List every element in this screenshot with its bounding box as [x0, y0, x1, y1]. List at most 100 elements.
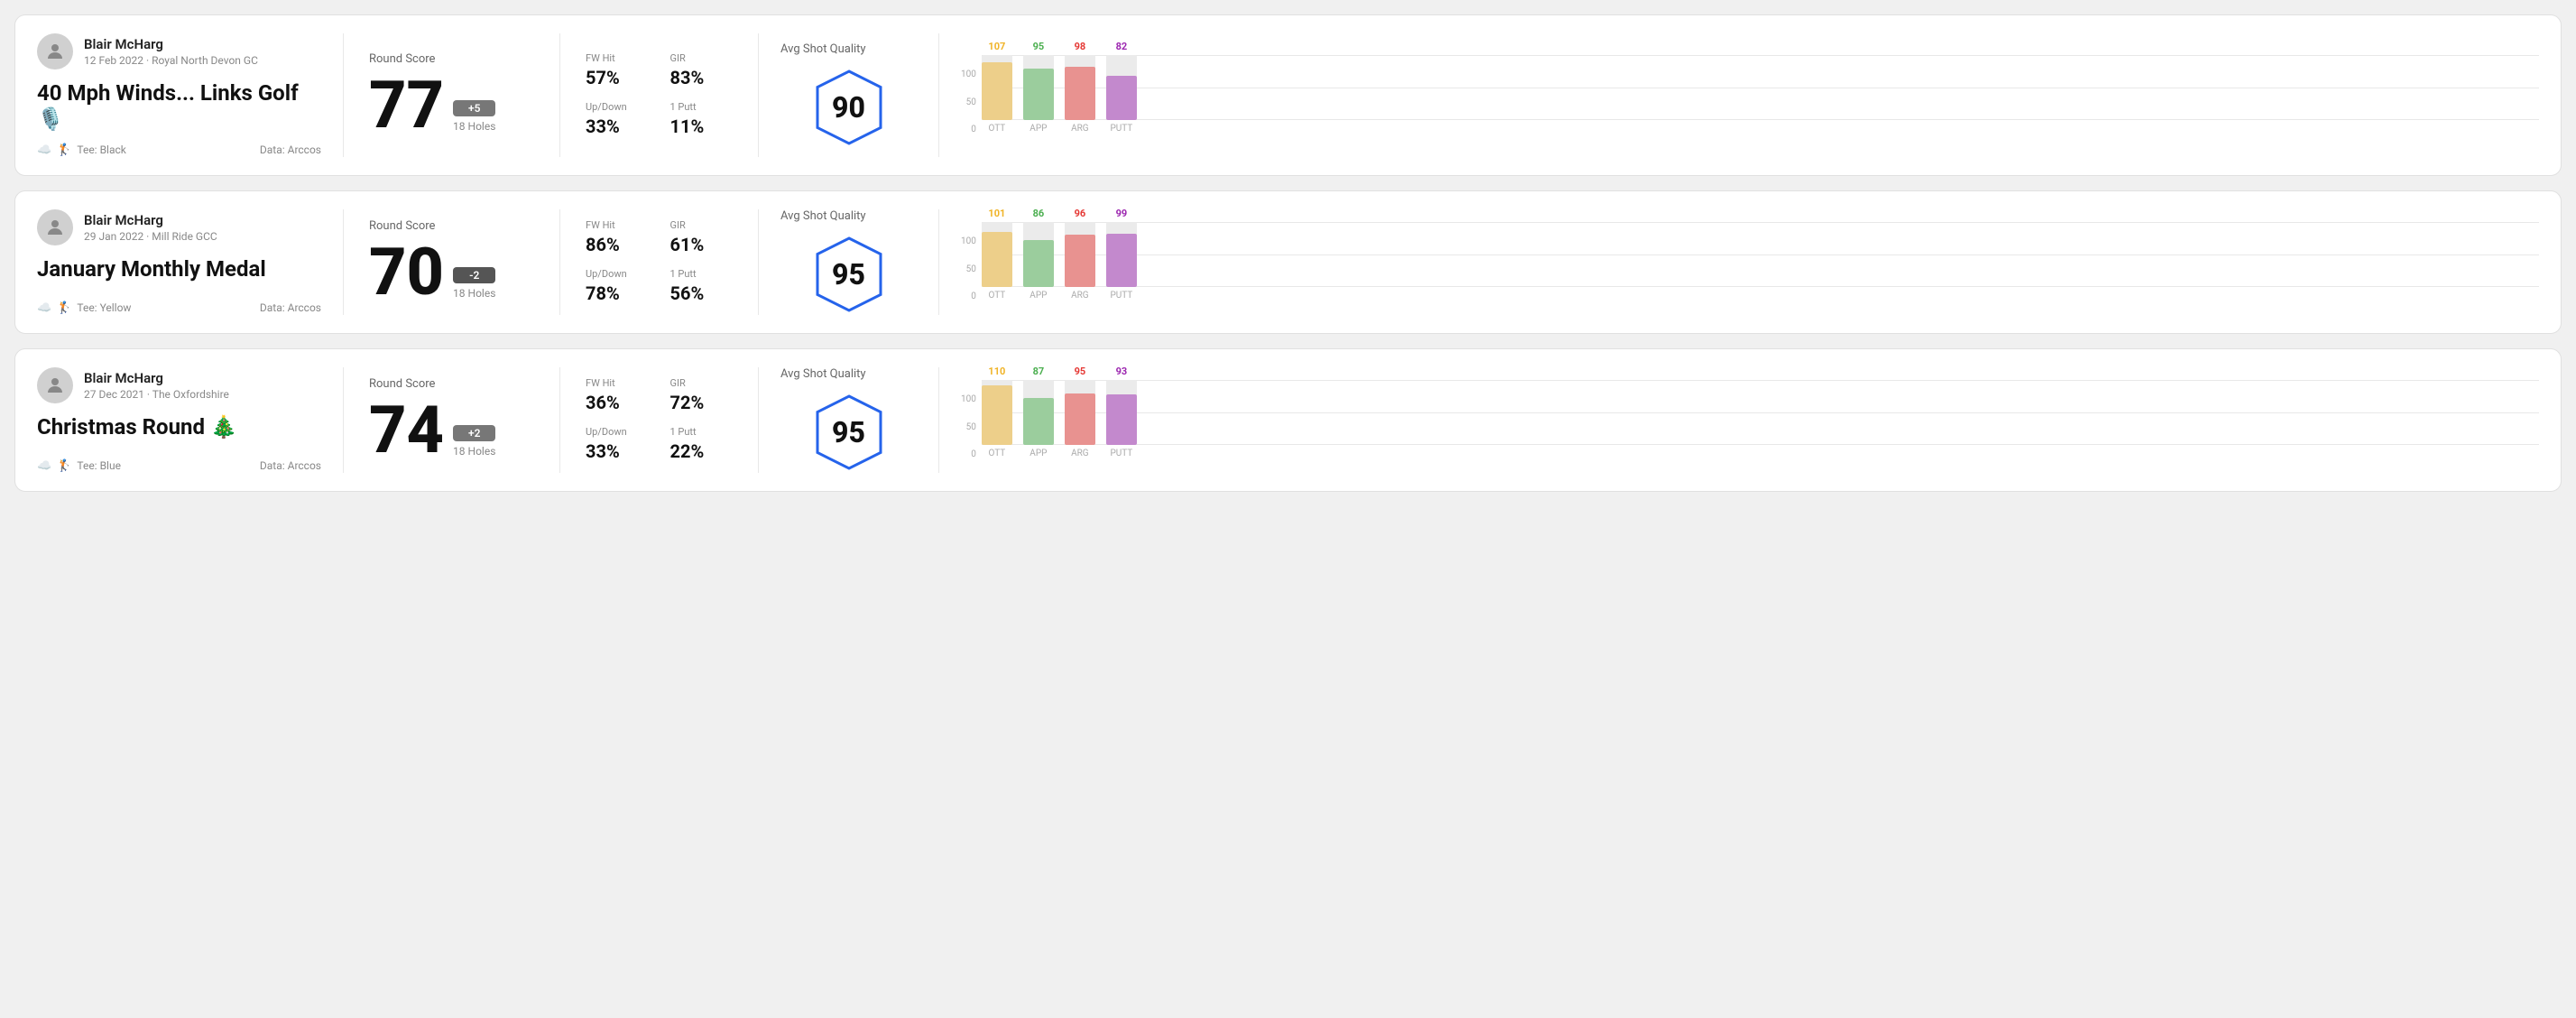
- bar-inner: [982, 62, 1012, 120]
- user-name: Blair McHarg: [84, 212, 217, 228]
- stats-section: FW Hit 86% GIR 61% Up/Down 78% 1 Putt 56…: [560, 209, 759, 315]
- bar-inner: [1023, 398, 1054, 445]
- quality-label: Avg Shot Quality: [780, 209, 866, 223]
- round-card: Blair McHarg 27 Dec 2021 · The Oxfordshi…: [14, 348, 2562, 492]
- holes-label: 18 Holes: [453, 287, 495, 300]
- bar-value-arg: 98: [1075, 41, 1086, 52]
- fw-hit-stat: FW Hit 57%: [586, 52, 649, 88]
- updown-value: 33%: [586, 440, 649, 462]
- hexagon-container: 95: [808, 392, 890, 473]
- quality-section: Avg Shot Quality 90: [759, 33, 939, 157]
- bar-value-app: 87: [1033, 366, 1045, 377]
- score-number: 74: [369, 398, 444, 463]
- gir-stat: GIR 61%: [670, 219, 734, 255]
- oneputt-stat: 1 Putt 11%: [670, 101, 734, 137]
- stats-grid: FW Hit 57% GIR 83% Up/Down 33% 1 Putt 11…: [586, 52, 733, 137]
- tee-info: ☁️ 🏌️ Tee: Blue: [37, 459, 121, 473]
- bar-inner: [982, 232, 1012, 287]
- bar-chart: 100 50 0 101 OT: [961, 222, 2539, 301]
- round-card: Blair McHarg 29 Jan 2022 · Mill Ride GCC…: [14, 190, 2562, 334]
- bar-outer: [1065, 55, 1095, 120]
- hexagon-container: 90: [808, 67, 890, 148]
- bar-value-ott: 110: [988, 366, 1005, 377]
- weather-icon: ☁️: [37, 143, 51, 157]
- bar-x-label: APP: [1029, 291, 1047, 301]
- chart-section: 100 50 0 110 OT: [939, 367, 2539, 473]
- bar-value-arg: 96: [1075, 208, 1086, 219]
- fw-hit-stat: FW Hit 86%: [586, 219, 649, 255]
- bar-group-arg: 96 ARG: [1065, 222, 1095, 301]
- user-info: Blair McHarg 12 Feb 2022 · Royal North D…: [37, 33, 321, 69]
- hexagon-container: 95: [808, 234, 890, 315]
- fw-hit-stat: FW Hit 36%: [586, 377, 649, 413]
- bar-group-ott: 101 OTT: [982, 222, 1012, 301]
- fw-hit-label: FW Hit: [586, 219, 649, 231]
- bar-inner: [1106, 394, 1137, 445]
- bag-icon: 🏌️: [57, 459, 71, 473]
- bar-x-label: ARG: [1071, 449, 1089, 458]
- gir-stat: GIR 83%: [670, 52, 734, 88]
- score-section: Round Score 70 -2 18 Holes: [344, 209, 560, 315]
- bar-outer: [1023, 380, 1054, 445]
- bag-icon: 🏌️: [57, 143, 71, 157]
- chart-grid: [982, 380, 2539, 445]
- avatar: [37, 367, 73, 403]
- bar-group-putt: 82 PUTT: [1106, 55, 1137, 134]
- bar-outer: [1065, 380, 1095, 445]
- tee-label: Tee: Black: [77, 143, 125, 156]
- bar-group-ott: 110 OTT: [982, 380, 1012, 458]
- bar-group-arg: 98 ARG: [1065, 55, 1095, 134]
- bar-group-app: 87 APP: [1023, 380, 1054, 458]
- fw-hit-value: 36%: [586, 392, 649, 413]
- quality-section: Avg Shot Quality 95: [759, 367, 939, 473]
- user-name: Blair McHarg: [84, 36, 258, 52]
- bar-inner: [1065, 393, 1095, 445]
- quality-label: Avg Shot Quality: [780, 42, 866, 56]
- bar-value-app: 95: [1033, 41, 1045, 52]
- bar-value-ott: 101: [988, 208, 1005, 219]
- bar-x-label: ARG: [1071, 291, 1089, 301]
- stats-grid: FW Hit 86% GIR 61% Up/Down 78% 1 Putt 56…: [586, 219, 733, 304]
- bar-inner: [1106, 234, 1137, 287]
- oneputt-label: 1 Putt: [670, 101, 734, 113]
- chart-section: 100 50 0 101 OT: [939, 209, 2539, 315]
- updown-value: 33%: [586, 116, 649, 137]
- bar-outer: [982, 55, 1012, 120]
- bar-outer: [1106, 222, 1137, 287]
- bar-value-ott: 107: [988, 41, 1005, 52]
- updown-label: Up/Down: [586, 101, 649, 113]
- user-info: Blair McHarg 27 Dec 2021 · The Oxfordshi…: [37, 367, 321, 403]
- bag-icon: 🏌️: [57, 301, 71, 315]
- user-name: Blair McHarg: [84, 370, 229, 386]
- bar-value-putt: 93: [1116, 366, 1128, 377]
- bar-chart: 100 50 0 110 OT: [961, 380, 2539, 459]
- fw-hit-value: 86%: [586, 234, 649, 255]
- quality-section: Avg Shot Quality 95: [759, 209, 939, 315]
- bar-outer: [1106, 55, 1137, 120]
- gir-label: GIR: [670, 377, 734, 389]
- bar-x-label: PUTT: [1110, 449, 1132, 458]
- quality-label: Avg Shot Quality: [780, 367, 866, 381]
- tee-label: Tee: Blue: [77, 459, 121, 472]
- gir-value: 72%: [670, 392, 734, 413]
- bar-value-putt: 99: [1116, 208, 1128, 219]
- oneputt-label: 1 Putt: [670, 426, 734, 438]
- round-card: Blair McHarg 12 Feb 2022 · Royal North D…: [14, 14, 2562, 176]
- y-axis-labels: 100 50 0: [961, 394, 982, 459]
- footer-info: ☁️ 🏌️ Tee: Blue Data: Arccos: [37, 459, 321, 473]
- bar-outer: [1023, 55, 1054, 120]
- bar-inner: [1023, 69, 1054, 120]
- avatar: [37, 209, 73, 245]
- bar-x-label: OTT: [988, 291, 1005, 301]
- score-row: 77 +5 18 Holes: [369, 73, 534, 138]
- round-left: Blair McHarg 12 Feb 2022 · Royal North D…: [37, 33, 344, 157]
- bar-value-putt: 82: [1116, 41, 1128, 52]
- bar-x-label: OTT: [988, 449, 1005, 458]
- user-meta: 29 Jan 2022 · Mill Ride GCC: [84, 230, 217, 243]
- oneputt-label: 1 Putt: [670, 268, 734, 280]
- score-row: 74 +2 18 Holes: [369, 398, 534, 463]
- updown-value: 78%: [586, 282, 649, 304]
- bar-chart: 100 50 0 107 OT: [961, 55, 2539, 134]
- score-number: 77: [369, 73, 444, 138]
- gir-value: 83%: [670, 67, 734, 88]
